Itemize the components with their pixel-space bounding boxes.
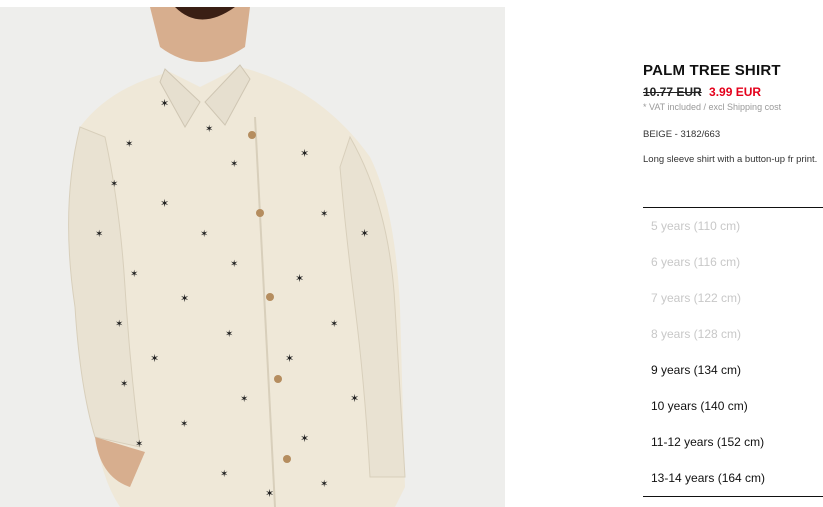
product-page: ✶ ✶ ✶ ✶ ✶ ✶ ✶ ✶ ✶ ✶ ✶ ✶ ✶ ✶ ✶ ✶ ✶ ✶ ✶ ✶: [0, 0, 823, 507]
svg-text:✶: ✶: [110, 179, 118, 190]
svg-text:✶: ✶: [295, 273, 304, 285]
vat-note: * VAT included / excl Shipping cost: [643, 102, 782, 112]
svg-text:✶: ✶: [320, 479, 328, 490]
svg-text:✶: ✶: [200, 229, 208, 240]
svg-text:✶: ✶: [160, 98, 169, 110]
svg-text:✶: ✶: [150, 353, 159, 365]
svg-text:✶: ✶: [330, 319, 338, 330]
size-selector: 5 years (110 cm) 6 years (116 cm) 7 year…: [643, 207, 823, 497]
price-row: 10.77 EUR 3.99 EUR: [643, 85, 823, 99]
svg-text:✶: ✶: [225, 329, 233, 340]
svg-text:✶: ✶: [180, 419, 188, 430]
svg-text:✶: ✶: [240, 394, 248, 405]
size-option-5-years: 5 years (110 cm): [651, 219, 741, 233]
product-title: PALM TREE SHIRT: [643, 62, 781, 79]
svg-text:✶: ✶: [180, 293, 189, 305]
size-option-7-years: 7 years (122 cm): [651, 291, 742, 305]
svg-text:✶: ✶: [300, 433, 309, 445]
svg-text:✶: ✶: [300, 148, 309, 160]
svg-text:✶: ✶: [205, 124, 213, 135]
svg-text:✶: ✶: [220, 469, 228, 480]
product-image[interactable]: ✶ ✶ ✶ ✶ ✶ ✶ ✶ ✶ ✶ ✶ ✶ ✶ ✶ ✶ ✶ ✶ ✶ ✶ ✶ ✶: [0, 7, 505, 507]
svg-text:✶: ✶: [120, 379, 128, 390]
size-option-13-14-years[interactable]: 13-14 years (164 cm): [643, 460, 823, 496]
svg-text:✶: ✶: [130, 269, 138, 280]
sale-price: 3.99 EUR: [709, 85, 762, 99]
svg-text:✶: ✶: [265, 488, 274, 500]
svg-text:✶: ✶: [320, 209, 328, 220]
size-option-6-years: 6 years (116 cm): [651, 255, 741, 269]
boy-in-palm-shirt-illustration: ✶ ✶ ✶ ✶ ✶ ✶ ✶ ✶ ✶ ✶ ✶ ✶ ✶ ✶ ✶ ✶ ✶ ✶ ✶ ✶: [0, 7, 505, 507]
svg-text:✶: ✶: [135, 439, 143, 450]
svg-text:✶: ✶: [360, 228, 369, 240]
product-description: Long sleeve shirt with a button-up fr pr…: [643, 154, 818, 165]
size-option-10-years[interactable]: 10 years (140 cm): [643, 388, 823, 424]
svg-text:✶: ✶: [95, 229, 103, 240]
svg-text:✶: ✶: [230, 259, 238, 270]
color-reference: BEIGE - 3182/663: [643, 129, 721, 140]
product-info: PALM TREE SHIRT 10.77 EUR 3.99 EUR * VAT…: [643, 62, 823, 166]
svg-text:✶: ✶: [160, 198, 169, 210]
svg-text:✶: ✶: [285, 353, 294, 365]
svg-text:✶: ✶: [115, 319, 123, 330]
size-option-9-years[interactable]: 9 years (134 cm): [643, 352, 823, 388]
svg-text:✶: ✶: [230, 159, 238, 170]
size-option-11-12-years[interactable]: 11-12 years (152 cm): [643, 424, 823, 460]
old-price: 10.77 EUR: [643, 85, 702, 99]
svg-text:✶: ✶: [125, 139, 133, 150]
svg-text:✶: ✶: [350, 393, 359, 405]
size-option-8-years: 8 years (128 cm): [651, 327, 742, 341]
